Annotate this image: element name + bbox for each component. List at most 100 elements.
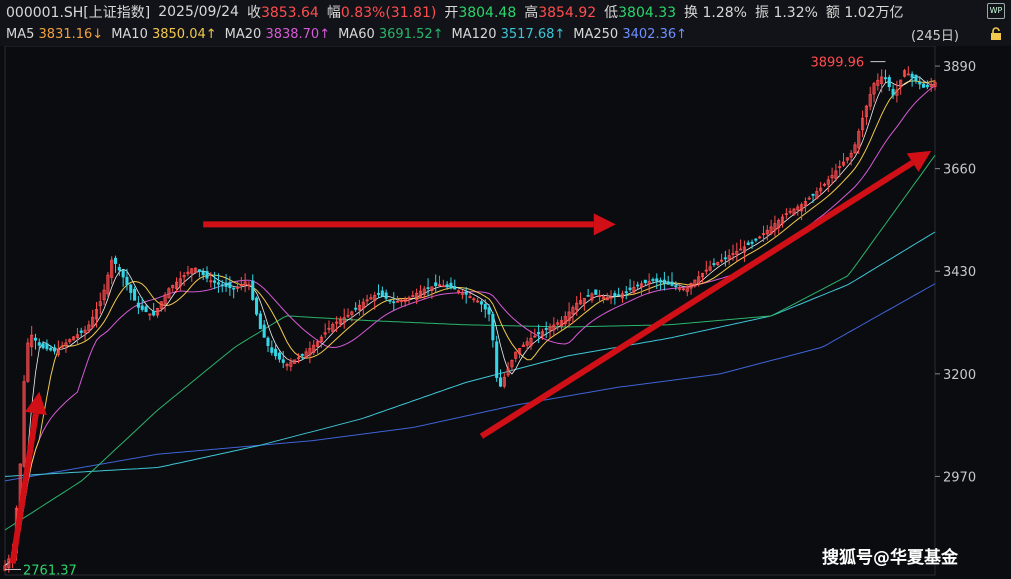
candle-body [453,286,457,290]
candle-body [434,282,438,287]
open-field: 开3804.48 [444,5,517,21]
candle-body [53,347,57,352]
ma250-line [4,283,936,482]
quote-header: 000001.SH[上证指数] 2025/09/24 收3853.64 幅0.8… [0,0,1011,46]
candle-body [674,285,678,288]
candle-body [125,276,129,286]
candle-body [232,287,236,290]
candle-body [636,284,640,287]
ma5-line [4,76,936,566]
candle-body [445,284,449,288]
candle-body [495,341,499,378]
candle-body [113,257,118,264]
amplitude-field: 振 1.32% [754,5,818,21]
candle-body [117,267,121,271]
candle-body [270,347,274,353]
candle-body [213,280,217,283]
period-days-button[interactable]: (245日) [911,25,959,44]
candle-body [216,282,220,285]
low-label: 2761.37 [23,563,77,578]
candle-body [723,257,727,260]
ma250-legend: MA250 3402.36↑ [573,26,688,42]
candle-body [380,290,384,297]
candle-body [617,294,621,297]
candle-body [45,343,49,350]
candle-body [537,331,541,335]
candle-body [666,281,670,285]
candle-body [811,193,815,196]
candle-body [891,88,895,96]
candle-body [624,291,628,294]
ma60-legend: MA60 3691.52↑ [338,26,444,42]
arrow-sideways [203,213,616,236]
candle-body [121,270,125,278]
candle-body [544,328,548,330]
candle-body [628,287,632,290]
candle-body [79,330,83,333]
candle-body [655,278,659,282]
candle-body [922,83,926,88]
arrow-up-trend [479,150,932,439]
wp-icon[interactable]: WP [987,3,1005,19]
candle-body [388,299,392,302]
quote-row: 000001.SH[上证指数] 2025/09/24 收3853.64 幅0.8… [6,2,904,22]
candle-body [918,81,922,85]
candle-body [392,301,396,304]
candle-body [136,302,140,308]
quote-date: 2025/09/24 [158,4,239,20]
candle-body [883,77,887,80]
candle-body [258,313,262,330]
candle-body [205,271,209,279]
arrow-up-initial [9,391,47,564]
candle-body [255,297,259,315]
candle-body [224,282,228,287]
candle-body [910,73,914,78]
candle-body [376,293,381,295]
candle-body [251,280,255,300]
candle-body [491,313,495,341]
lock-icon[interactable] [989,27,1003,41]
candle-body [483,303,487,310]
turnover-field: 换 1.28% [684,5,747,21]
candle-body [426,287,430,290]
candle-body [487,307,491,315]
candle-body [586,295,590,297]
candle-body [300,354,304,356]
change-field: 幅0.83%(31.81) [326,5,437,21]
ma20-line [4,85,936,566]
candle-body [670,281,674,286]
candle-body [449,282,453,289]
candle-body [754,238,758,241]
candle-body [133,288,137,301]
candle-body [613,293,617,297]
y-tick-label-3890: 3890 [943,60,976,75]
y-tick-label-3430: 3430 [943,265,976,280]
candle-body [354,307,358,310]
candle-body [662,279,666,284]
ma20-legend: MA20 3838.70↑ [224,26,331,42]
candle-body [228,282,232,289]
candle-body [594,289,598,295]
candle-body [384,292,388,299]
candle-body [266,337,270,346]
ma10-line [4,80,936,566]
candle-body [643,279,647,284]
kline-chart[interactable]: 2970 3200 3430 3660 3890 3899.96 2761.37 [0,46,1011,579]
candle-body [152,310,156,316]
high-label: 3899.96 [810,56,864,71]
y-tick-label-3660: 3660 [943,163,976,178]
y-tick-label-2970: 2970 [943,470,976,485]
candle-body [37,342,41,346]
ma-legend-row: MA5 3831.16↓ MA10 3850.04↑ MA20 3838.70↑… [6,24,687,44]
candle-body [33,337,38,341]
security-code: 000001.SH[上证指数] [6,5,151,21]
low-field: 低3804.33 [604,5,677,21]
ma10-legend: MA10 3850.04↑ [111,26,217,42]
amount-field: 额 1.02万亿 [825,5,904,21]
close-field: 收3853.64 [246,5,319,21]
candle-body [129,284,133,293]
candle-body [464,291,468,295]
ma120-legend: MA120 3517.68↑ [451,26,566,42]
candle-body [41,343,45,349]
candle-body [712,263,716,265]
